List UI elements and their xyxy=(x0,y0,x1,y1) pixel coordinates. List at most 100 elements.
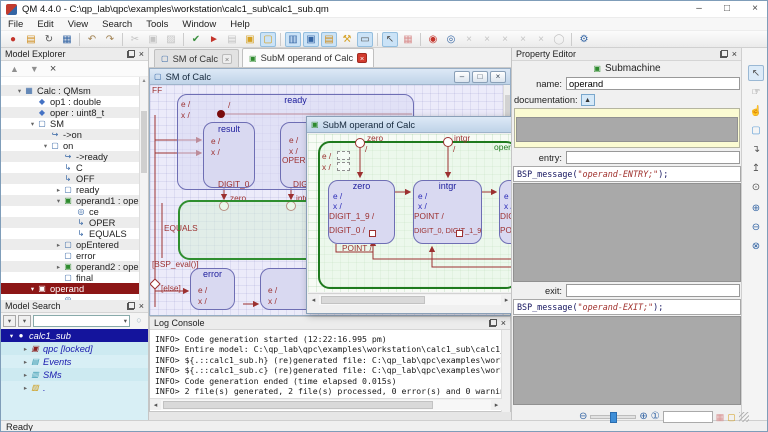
tree-item-equals[interactable]: ↳EQUALS xyxy=(1,228,140,239)
redo-icon[interactable]: ↷ xyxy=(102,32,118,47)
scrollbar-thumb[interactable] xyxy=(141,111,147,173)
state-tool-icon[interactable]: ▢ xyxy=(748,122,764,138)
chevron-down-icon[interactable]: ▾ xyxy=(124,317,129,325)
maximize-button[interactable]: □ xyxy=(713,1,741,18)
menu-search[interactable]: Search xyxy=(95,19,139,30)
sm-window-titlebar[interactable]: ▢ SM of Calc – □ × xyxy=(150,69,510,85)
exit-input[interactable] xyxy=(566,284,740,297)
tree-item-off[interactable]: ↳OFF xyxy=(1,173,140,184)
external-tools-icon[interactable]: ⚒ xyxy=(339,32,355,47)
entry-code-editor[interactable]: BSP_message("operand-ENTRY;"); xyxy=(513,166,741,182)
scroll-left-icon[interactable]: ◂ xyxy=(308,296,319,304)
paste-icon[interactable]: ▨ xyxy=(163,32,179,47)
print-icon[interactable]: ▤ xyxy=(224,32,240,47)
tree-item-ce[interactable]: ◎ce xyxy=(1,206,140,217)
generate-code-icon[interactable]: ► xyxy=(206,32,222,47)
close-icon[interactable]: × xyxy=(501,319,506,327)
scroll-right-icon[interactable]: ▸ xyxy=(501,296,511,304)
menu-file[interactable]: File xyxy=(1,19,30,30)
debug-icon-4[interactable]: × xyxy=(515,32,531,47)
menu-window[interactable]: Window xyxy=(175,19,223,30)
search-item-sms[interactable]: ▸▥SMs xyxy=(1,368,148,381)
explorer-scrollbar[interactable]: ▴ xyxy=(139,77,148,300)
menu-help[interactable]: Help xyxy=(223,19,257,30)
move-up-icon[interactable]: ▲ xyxy=(10,64,19,74)
lock-toggle-icon[interactable]: ▢ xyxy=(727,412,736,423)
log-output[interactable]: INFO> Code generation started (12:22:16.… xyxy=(151,331,503,399)
filter-icon[interactable]: ▾ xyxy=(18,315,31,327)
expander-icon[interactable]: ▾ xyxy=(28,120,37,128)
toggle-log-console-icon[interactable]: ▭ xyxy=(357,32,373,47)
tab-sm-of-calc[interactable]: ▢ SM of Calc × xyxy=(154,49,239,67)
debug-icon-1[interactable]: × xyxy=(461,32,477,47)
zoom-value-field[interactable] xyxy=(663,411,713,423)
search-item-directory[interactable]: ▸▨. xyxy=(1,381,148,394)
subm-horizontal-scrollbar[interactable]: ◂ ▸ xyxy=(308,293,511,305)
zoom-reset-icon[interactable]: ⊗ xyxy=(748,238,764,254)
select-hand-tool-icon[interactable]: ☝ xyxy=(748,103,764,119)
entry-point[interactable] xyxy=(356,139,365,148)
undo-icon[interactable]: ↶ xyxy=(84,32,100,47)
float-icon[interactable] xyxy=(720,50,728,58)
zoom-out-icon[interactable]: ⊖ xyxy=(579,411,587,423)
tree-item-c[interactable]: ↳C xyxy=(1,162,140,173)
cut-icon[interactable]: ✂ xyxy=(127,32,143,47)
expander-icon[interactable]: ▸ xyxy=(54,263,63,271)
float-icon[interactable] xyxy=(127,50,135,58)
exit-action-box[interactable] xyxy=(337,162,350,171)
grid-toggle-icon[interactable]: ▦ xyxy=(716,412,725,423)
tree-item-sm[interactable]: ▾▢SM xyxy=(1,118,140,129)
settings-icon[interactable]: ⚙ xyxy=(576,32,592,47)
tree-item-init-ready[interactable]: ↪->ready xyxy=(1,151,140,162)
maximize-icon[interactable]: □ xyxy=(472,71,488,83)
tab-close-icon[interactable]: × xyxy=(357,53,367,63)
toggle-property-editor-icon[interactable]: ▣ xyxy=(303,32,319,47)
initial-transition-tool-icon[interactable]: ↥ xyxy=(748,160,764,176)
scrollbar-track[interactable] xyxy=(161,400,491,410)
filter-icon[interactable]: ▾ xyxy=(3,315,16,327)
resize-grip[interactable] xyxy=(739,412,749,422)
search-item-model[interactable]: ▾●calc1_sub xyxy=(1,329,148,342)
search-input[interactable]: ▾ xyxy=(33,315,130,327)
zoom-in-icon[interactable]: ⊕ xyxy=(748,200,764,216)
expander-icon[interactable]: ▸ xyxy=(21,384,30,392)
grid-toggle-icon[interactable]: ▦ xyxy=(400,32,416,47)
open-model-icon[interactable]: ▤ xyxy=(23,32,39,47)
scrollbar-track[interactable] xyxy=(319,295,501,305)
scrollbar-thumb[interactable] xyxy=(163,401,433,409)
scroll-left-icon[interactable]: ◂ xyxy=(150,401,161,409)
scroll-up-icon[interactable]: ▴ xyxy=(142,78,145,84)
entry-point-tool-icon[interactable]: ⊙ xyxy=(748,179,764,195)
unlock-icon[interactable]: ▢ xyxy=(260,32,276,47)
debug-icon-3[interactable]: × xyxy=(497,32,513,47)
initial-state-dot[interactable] xyxy=(217,110,225,118)
zoom-slider[interactable] xyxy=(590,415,636,419)
exit-point[interactable] xyxy=(369,230,376,237)
tree-item-operand1[interactable]: ▾▣operand1 : operand xyxy=(1,195,140,206)
tree-item-op1[interactable]: ◆op1 : double xyxy=(1,96,140,107)
float-icon[interactable] xyxy=(127,302,135,310)
expander-icon[interactable]: ▾ xyxy=(41,142,50,150)
pointer-tool-icon[interactable]: ↖ xyxy=(748,65,764,81)
tree-item-ready[interactable]: ▸▢ready xyxy=(1,184,140,195)
entry-point[interactable] xyxy=(444,138,453,147)
search-icon[interactable]: ○ xyxy=(132,315,146,327)
new-model-icon[interactable]: ● xyxy=(5,32,21,47)
generate-all-icon[interactable]: ◉ xyxy=(425,32,441,47)
entry-input[interactable] xyxy=(566,151,740,164)
close-icon[interactable]: × xyxy=(139,50,144,58)
expander-icon[interactable]: ▾ xyxy=(7,332,16,340)
subm-diagram-canvas[interactable]: operand zero / intgr / e / xyxy=(308,134,511,292)
float-icon[interactable] xyxy=(489,319,497,327)
log-vertical-scrollbar[interactable] xyxy=(501,330,510,412)
choice-point[interactable] xyxy=(150,279,160,289)
minimize-button[interactable]: – xyxy=(685,1,713,18)
tab-subm-operand[interactable]: ▣ SubM operand of Calc × xyxy=(242,48,374,67)
tree-item-init-on[interactable]: ↪->on xyxy=(1,129,140,140)
menu-tools[interactable]: Tools xyxy=(139,19,175,30)
scroll-right-icon[interactable]: ▸ xyxy=(491,401,502,409)
zoom-slider-thumb[interactable] xyxy=(610,412,617,423)
documentation-textarea[interactable] xyxy=(514,108,740,148)
debug-icon-5[interactable]: × xyxy=(533,32,549,47)
pan-tool-icon[interactable]: ☞ xyxy=(748,84,764,100)
